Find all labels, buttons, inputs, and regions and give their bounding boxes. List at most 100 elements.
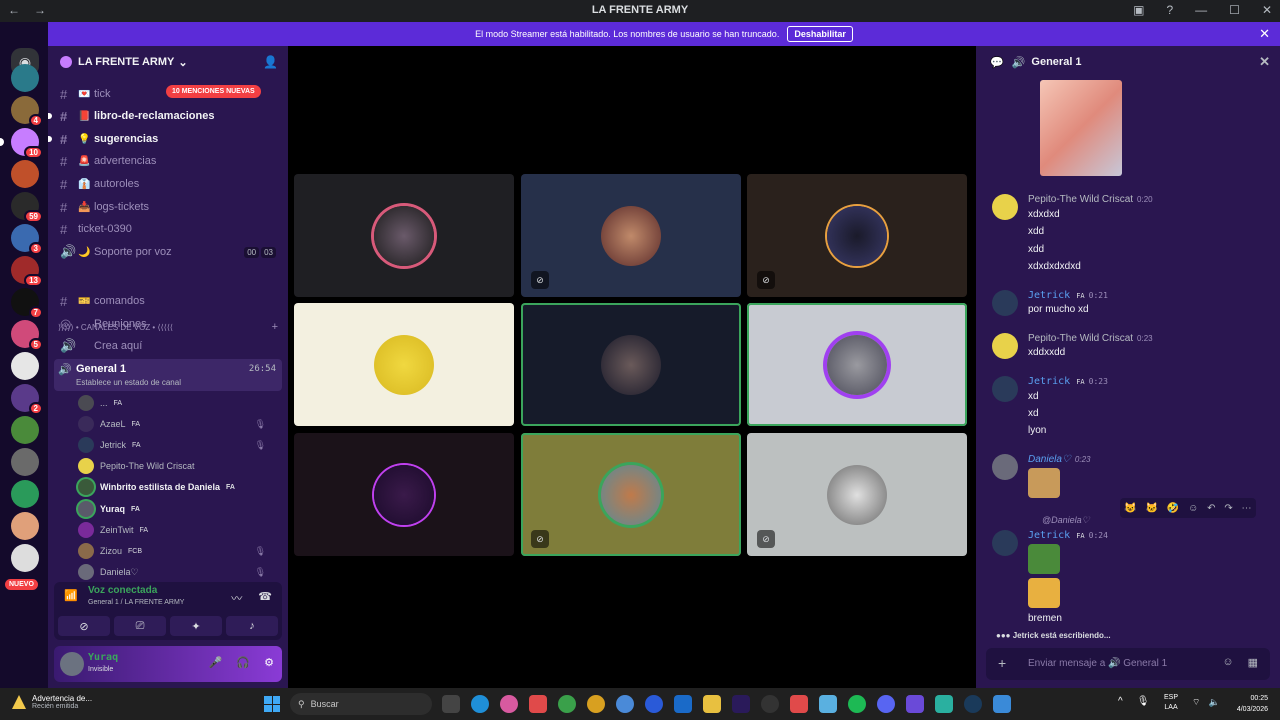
- activities-button[interactable]: ✦: [170, 616, 222, 636]
- sticker-image[interactable]: [1028, 544, 1060, 574]
- close-chat-icon[interactable]: ✕: [1259, 54, 1270, 70]
- image-attachment[interactable]: [1040, 80, 1122, 176]
- more-icon[interactable]: ⋯: [1242, 503, 1252, 514]
- server-icon[interactable]: 4: [11, 96, 43, 127]
- channel-item[interactable]: # 💡 sugerencias: [48, 129, 282, 149]
- stage-channel-item[interactable]: ◎ Reuniones: [54, 314, 282, 334]
- avatar[interactable]: [992, 530, 1018, 556]
- minimize-icon[interactable]: —: [1195, 3, 1207, 17]
- steam-icon[interactable]: [964, 695, 982, 713]
- server-icon[interactable]: [11, 512, 39, 540]
- message-author[interactable]: Pepito-The Wild Criscat 0:23: [1028, 333, 1153, 344]
- message-author[interactable]: Daniela♡ 0:23: [1028, 454, 1090, 465]
- channel-item[interactable]: # 🎫 comandos: [54, 291, 282, 311]
- participant-tile[interactable]: [294, 433, 514, 556]
- volume-icon[interactable]: 🔈: [1208, 697, 1219, 708]
- chrome-icon[interactable]: [616, 695, 634, 713]
- attach-plus-icon[interactable]: +: [998, 655, 1006, 671]
- participant-tile[interactable]: ⊘: [521, 174, 741, 297]
- message-author[interactable]: Jetrick FA 0:24: [1028, 530, 1108, 541]
- apps-icon[interactable]: ▦: [1248, 656, 1258, 669]
- app-icon[interactable]: [906, 695, 924, 713]
- invite-icon[interactable]: 👤: [263, 55, 278, 69]
- premiere-icon[interactable]: [732, 695, 750, 713]
- participant-tile[interactable]: [294, 174, 514, 297]
- guild-header[interactable]: LA FRENTE ARMY ⌄ 👤: [48, 46, 288, 78]
- screen-share-button[interactable]: ⎚: [114, 616, 166, 636]
- voice-user[interactable]: Pepito-The Wild Criscat: [78, 456, 278, 476]
- voice-user[interactable]: Jetrick FA 🎙: [78, 435, 278, 455]
- help-icon[interactable]: ?: [1166, 3, 1173, 17]
- disconnect-icon[interactable]: ☎: [258, 590, 272, 606]
- server-icon[interactable]: [11, 64, 39, 92]
- server-icon[interactable]: [11, 448, 39, 476]
- channel-item[interactable]: # 👔 autoroles: [54, 174, 282, 194]
- participant-tile[interactable]: ⊘: [747, 433, 967, 556]
- voice-channel-item[interactable]: 🔊 🌙 Soporte por voz 00 03: [54, 242, 282, 262]
- avatar[interactable]: [992, 376, 1018, 402]
- message-author[interactable]: Jetrick FA 0:21: [1028, 290, 1108, 301]
- message-input[interactable]: + Enviar mensaje a 🔊 General 1 ☺ ▦: [986, 648, 1270, 680]
- headphones-icon[interactable]: 🎧: [236, 656, 250, 669]
- server-icon[interactable]: [11, 160, 39, 188]
- participant-tile[interactable]: ⊘: [747, 174, 967, 297]
- message-placeholder[interactable]: Enviar mensaje a 🔊 General 1: [1028, 658, 1167, 669]
- soundboard-button[interactable]: ♪: [226, 616, 278, 636]
- task-view-icon[interactable]: [442, 695, 460, 713]
- participant-tile-speaking[interactable]: [521, 303, 741, 426]
- chrome-icon[interactable]: [558, 695, 576, 713]
- voice-user[interactable]: Zizou FCB 🎙: [78, 541, 278, 561]
- participant-tile-speaking[interactable]: [747, 303, 967, 426]
- channel-item[interactable]: # ticket-0390: [54, 219, 282, 239]
- signal-icon[interactable]: 📶: [64, 589, 78, 602]
- sticker-image[interactable]: [1028, 578, 1060, 608]
- sticker-image[interactable]: [1028, 468, 1060, 498]
- server-icon[interactable]: 13: [11, 256, 43, 287]
- voice-channel-item[interactable]: 🔊 Crea aquí: [54, 336, 282, 356]
- add-reaction-icon[interactable]: ☺: [1188, 503, 1198, 514]
- app-icon[interactable]: [819, 695, 837, 713]
- server-icon[interactable]: [11, 352, 39, 380]
- close-banner-icon[interactable]: ✕: [1259, 26, 1270, 42]
- participant-tile[interactable]: [294, 303, 514, 426]
- wifi-icon[interactable]: ⌔: [1192, 697, 1200, 708]
- weather-warning[interactable]: Advertencia de... Recién emitida: [12, 694, 92, 710]
- app-icon[interactable]: [529, 695, 547, 713]
- chrome-icon[interactable]: [587, 695, 605, 713]
- discord-icon[interactable]: [877, 695, 895, 713]
- voice-status[interactable]: Voz conectada: [88, 585, 157, 596]
- reaction-icon[interactable]: 🤣: [1167, 503, 1179, 514]
- channel-item[interactable]: # 📕 libro-de-reclamaciones: [48, 106, 282, 126]
- server-icon[interactable]: 2: [11, 384, 43, 415]
- disable-streamer-button[interactable]: Deshabilitar: [787, 26, 853, 42]
- language-indicator[interactable]: ESP LAA: [1164, 693, 1178, 713]
- app-icon[interactable]: [645, 695, 663, 713]
- windows-start-icon[interactable]: [264, 696, 280, 712]
- voice-user[interactable]: ... FA: [78, 393, 278, 413]
- reply-icon[interactable]: ↶: [1207, 503, 1215, 514]
- reaction-icon[interactable]: 🐱: [1146, 503, 1158, 514]
- folder-icon[interactable]: [703, 695, 721, 713]
- server-icon[interactable]: 5: [11, 320, 43, 351]
- settings-gear-icon[interactable]: ⚙: [264, 656, 274, 669]
- tray-chevron-icon[interactable]: ^: [1118, 696, 1123, 707]
- server-icon[interactable]: 7: [11, 288, 43, 319]
- avatar[interactable]: [992, 194, 1018, 220]
- server-icon[interactable]: [11, 480, 39, 508]
- active-voice-channel[interactable]: 🔊 General 1 26:54 Establece un estado de…: [54, 359, 282, 391]
- voice-user[interactable]: Daniela♡ 🎙: [78, 562, 278, 582]
- spotify-icon[interactable]: [848, 695, 866, 713]
- server-icon[interactable]: 59: [11, 192, 43, 223]
- voice-user[interactable]: ZeinTwit FA: [78, 520, 278, 540]
- server-icon[interactable]: 3: [11, 224, 43, 255]
- forward-icon[interactable]: ↷: [1224, 503, 1232, 514]
- inbox-icon[interactable]: ▣: [1133, 3, 1144, 17]
- reaction-icon[interactable]: 😺: [1124, 503, 1136, 514]
- microphone-icon[interactable]: 🎤: [209, 656, 223, 669]
- edge-icon[interactable]: [471, 695, 489, 713]
- avatar[interactable]: [992, 333, 1018, 359]
- participant-tile-speaking[interactable]: ⊘: [521, 433, 741, 556]
- reply-reference[interactable]: @Daniela♡: [1042, 515, 1090, 526]
- channel-item[interactable]: # 🚨 advertencias: [54, 151, 282, 171]
- app-icon[interactable]: [935, 695, 953, 713]
